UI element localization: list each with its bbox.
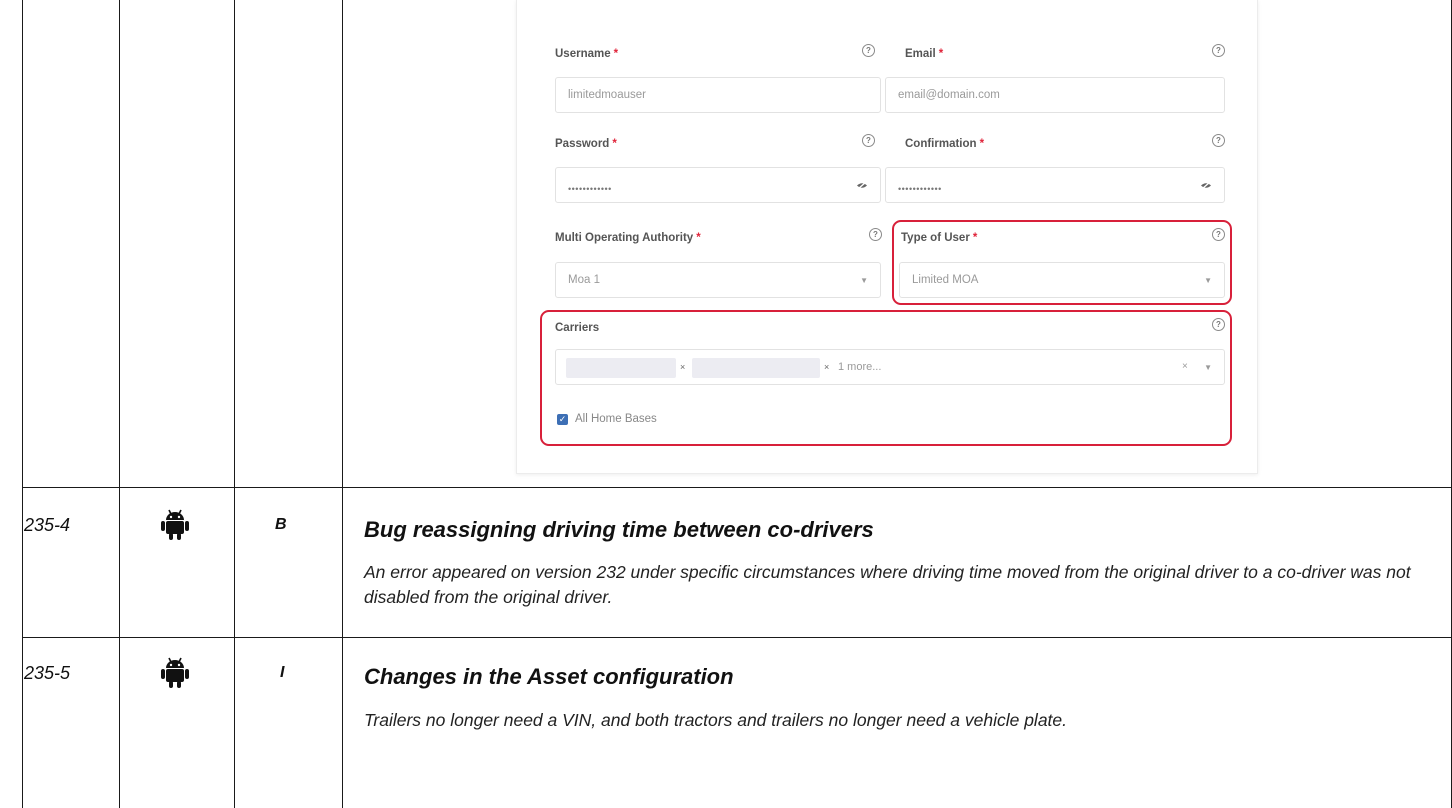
table-border <box>22 0 23 808</box>
carriers-multiselect[interactable]: × × 1 more... × ▼ <box>555 349 1225 385</box>
carriers-label: Carriers <box>555 322 600 334</box>
email-label: Email * <box>905 48 944 60</box>
chevron-down-icon: ▼ <box>860 276 868 285</box>
chevron-down-icon: ▼ <box>1204 276 1212 285</box>
user-form-screenshot: Username * ? limitedmoauser Email * ? emai… <box>516 0 1258 474</box>
confirmation-input[interactable]: •••••••••••• <box>885 167 1225 203</box>
moa-help-icon[interactable]: ? <box>869 228 882 241</box>
android-icon <box>161 509 189 540</box>
moa-select[interactable]: Moa 1 ▼ <box>555 262 881 298</box>
note-body: Trailers no longer need a VIN, and both … <box>364 710 1068 730</box>
username-value: limitedmoauser <box>568 89 646 101</box>
table-border <box>119 0 120 808</box>
chip-remove-icon[interactable]: × <box>680 362 685 372</box>
carriers-help-icon[interactable]: ? <box>1212 318 1225 331</box>
carrier-chip[interactable] <box>566 358 676 378</box>
row-type: I <box>280 664 285 681</box>
eye-slash-icon[interactable] <box>856 181 868 190</box>
moa-value: Moa 1 <box>568 274 600 286</box>
user-type-help-icon[interactable]: ? <box>1212 228 1225 241</box>
confirmation-mask: •••••••••••• <box>898 184 942 194</box>
user-type-label: Type of User * <box>901 232 978 244</box>
android-icon <box>161 657 189 688</box>
password-mask: •••••••••••• <box>568 184 612 194</box>
moa-label: Multi Operating Authority * <box>555 232 701 244</box>
email-input[interactable]: email@domain.com <box>885 77 1225 113</box>
note-body: An error appeared on version 232 under s… <box>364 562 1411 607</box>
eye-slash-icon[interactable] <box>1200 181 1212 190</box>
table-border <box>234 0 235 808</box>
email-help-icon[interactable]: ? <box>1212 44 1225 57</box>
row-id: 235-5 <box>24 663 71 683</box>
password-help-icon[interactable]: ? <box>862 134 875 147</box>
user-type-select[interactable]: Limited MOA ▼ <box>899 262 1225 298</box>
home-bases-checkbox[interactable]: ✓ <box>557 414 568 425</box>
password-label: Password * <box>555 138 617 150</box>
carrier-chip[interactable] <box>692 358 820 378</box>
password-input[interactable]: •••••••••••• <box>555 167 881 203</box>
clear-icon[interactable]: × <box>1182 361 1188 372</box>
table-border <box>342 0 343 808</box>
table-border <box>22 487 1452 488</box>
username-input[interactable]: limitedmoauser <box>555 77 881 113</box>
row-type: B <box>275 516 287 533</box>
chevron-down-icon: ▼ <box>1204 363 1212 372</box>
username-label: Username * <box>555 48 619 60</box>
confirmation-help-icon[interactable]: ? <box>1212 134 1225 147</box>
note-title: Bug reassigning driving time between co-… <box>364 517 874 542</box>
chip-remove-icon[interactable]: × <box>824 362 829 372</box>
username-help-icon[interactable]: ? <box>862 44 875 57</box>
email-placeholder: email@domain.com <box>898 89 1000 101</box>
home-bases-label: All Home Bases <box>575 413 657 425</box>
user-type-value: Limited MOA <box>912 274 979 286</box>
table-border <box>22 637 1452 638</box>
more-carriers[interactable]: 1 more... <box>838 361 881 373</box>
note-title: Changes in the Asset configuration <box>364 664 734 689</box>
row-id: 235-4 <box>24 515 71 535</box>
confirmation-label: Confirmation * <box>905 138 985 150</box>
